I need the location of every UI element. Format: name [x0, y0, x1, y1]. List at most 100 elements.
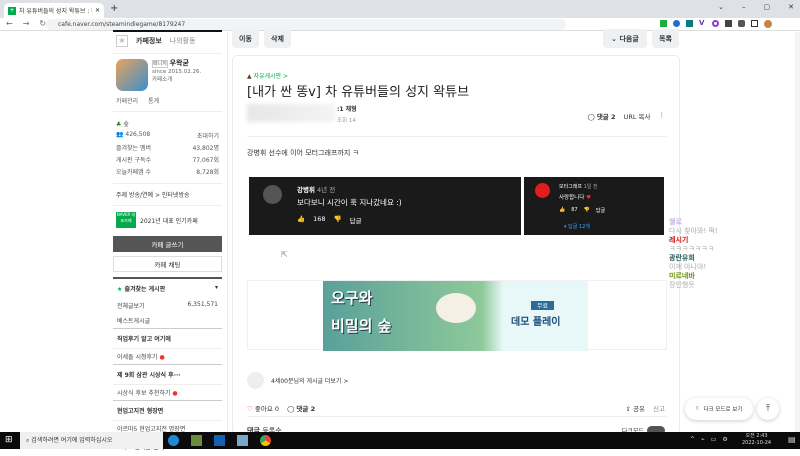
minimize-button[interactable]: – [742, 3, 746, 11]
taskbar: ⊞ ⌕ 검색하려면 여기에 입력하십시오 ^ ⌁ ▭ ⚙ 오전 2:43 2022-10… [0, 432, 800, 449]
moon-icon: ☾ [695, 406, 701, 412]
replies-link: ▾ 답글 12개 [564, 224, 590, 230]
edge-icon[interactable] [168, 435, 179, 446]
view-count: 조회 14 [337, 118, 356, 124]
scrollbar[interactable] [795, 32, 800, 432]
next-label: 다음글 [619, 34, 639, 43]
youtube-comment-screenshot: 강병휘 4년 전 보다보니 시간이 훅 지나갔네요 :) 👍 168 👎 답글 [249, 177, 521, 235]
new-tab-button[interactable]: + [110, 3, 118, 14]
thumbs-up-icon: 👍 [297, 215, 306, 223]
game-ad-banner[interactable]: 오구와 비밀의 숲 무료 데모 플레이 [323, 281, 588, 351]
tab-cafe-info[interactable]: 카페정보 [136, 36, 162, 46]
star-icon[interactable]: ★ [116, 35, 128, 47]
extension-icon[interactable] [660, 20, 667, 27]
forward-icon[interactable]: → [23, 19, 30, 28]
close-window-button[interactable]: ✕ [788, 3, 794, 11]
write-post-button[interactable]: 카페 글쓰기 [113, 236, 222, 252]
cafe-favicon: + [8, 6, 16, 15]
cafe-admin-link[interactable]: 카페관리 [116, 96, 138, 105]
comment-count: 댓글 2 [296, 405, 316, 413]
delete-button[interactable]: 삭제 [264, 29, 291, 48]
thumbs-up-icon: 👍 [559, 207, 566, 213]
keyboard-icon[interactable]: ▭ [711, 436, 717, 443]
dark-mode-button[interactable]: ☾ 다크 모드로 보기 [685, 398, 753, 420]
comment-text: 보다보니 시간이 훅 지나갔네요 :) [297, 198, 402, 207]
comment-icon: ◯ [287, 405, 295, 413]
author-more-posts-link[interactable]: 4세00분님의 게시글 더보기 > [271, 376, 348, 385]
poop-icon: ▲ [247, 73, 252, 80]
avatar [535, 183, 550, 198]
extension-icon[interactable] [673, 20, 680, 27]
divider [227, 30, 228, 432]
thumbs-down-icon: 👎 [583, 207, 590, 213]
new-badge-icon: ● [172, 390, 178, 397]
board-link[interactable]: ▲ 자유게시판 > [247, 71, 288, 80]
url-field[interactable]: cafe.naver.com/steamindiegame/8179247 [46, 19, 566, 30]
app-icon[interactable] [237, 435, 248, 446]
chat-username: 미르네바 [669, 272, 695, 280]
article-card: ▲ 자유게시판 > [내가 싼 똥v] 차 유튜버들의 성지 왁튜브 :1 채형… [232, 55, 680, 435]
extension-icon[interactable] [712, 20, 719, 27]
divider [247, 136, 667, 137]
list-button[interactable]: 목록 [652, 29, 679, 48]
share-button[interactable]: ⇪ 공유 [626, 403, 646, 413]
chevron-down-icon[interactable]: ▾ [215, 284, 218, 293]
invite-link[interactable]: 초대하기 [197, 131, 219, 140]
cafe-level: 숲 [123, 121, 129, 128]
browser-tab[interactable]: +차 유튜버들의 성지 왁튜브 : 네이✕ [4, 3, 104, 18]
taskbar-search[interactable]: ⌕ 검색하려면 여기에 입력하십시오 [20, 432, 163, 449]
star-icon: ★ [117, 286, 123, 293]
menu-section-title: 제 9회 삼관 시상식 후··· [113, 364, 222, 384]
puzzle-icon[interactable] [738, 20, 745, 27]
chrome-icon[interactable] [260, 435, 271, 446]
url-copy-button[interactable]: URL 복사 [624, 111, 651, 121]
scroll-top-button[interactable]: ⤒ [757, 398, 779, 420]
ad-title-1: 오구와 [331, 289, 373, 307]
maximize-button[interactable]: ▢ [764, 3, 771, 11]
stat-label: 즐겨찾는 멤버 [116, 145, 152, 152]
demo-play-label: 데모 플레이 [511, 317, 561, 328]
cafe-intro-link[interactable]: 카페소개 [152, 76, 201, 84]
clock[interactable]: 오전 2:43 2022-10-24 [742, 433, 771, 447]
author-avatar [247, 372, 264, 389]
close-tab-icon[interactable]: ✕ [95, 7, 100, 14]
board-link[interactable]: 이세돌 시청후기 [117, 354, 158, 361]
like-button[interactable]: ♡ 좋아요 0 [247, 403, 279, 413]
board-best[interactable]: 베스트게시글 [113, 313, 222, 328]
comments-button[interactable]: ◯ 댓글 2 [287, 403, 315, 413]
more-options-icon[interactable]: ⋮ [659, 111, 666, 121]
commenter-name: 강병휘 [297, 186, 315, 194]
heart-icon: ♥ [586, 195, 591, 201]
minecraft-icon[interactable] [191, 435, 202, 446]
manager-name[interactable]: 우왁굳 [170, 59, 189, 67]
blurred-author [247, 104, 335, 122]
back-icon[interactable]: ← [6, 19, 13, 28]
board-all-posts[interactable]: 전체글보기 [117, 301, 145, 310]
settings-icon[interactable]: ⚙ [722, 436, 727, 443]
profile-avatar[interactable] [764, 20, 772, 28]
cafe-sidebar: ★ 카페정보 나의활동 매니저 우왁굳 since 2015.02.26. 카페… [113, 30, 222, 456]
move-button[interactable]: 이동 [232, 29, 259, 48]
sidebar-icon[interactable] [751, 20, 758, 27]
windows-start-icon[interactable]: ⊞ [5, 435, 13, 445]
notification-icon[interactable]: ▤ [788, 435, 796, 444]
report-button[interactable]: 신고 [653, 403, 665, 413]
vegas-icon[interactable] [214, 435, 225, 446]
extension-icon[interactable] [686, 20, 693, 27]
cafe-topic[interactable]: 주제 방송/연예 > 인터넷방송 [113, 184, 222, 206]
board-link[interactable]: 시상식 후보 추천하기 [117, 390, 171, 397]
thumbs-down-icon: 👎 [333, 215, 342, 223]
tray-chevron-icon[interactable]: ^ [690, 436, 695, 443]
comment-count-link[interactable]: ◯ 댓글 2 [587, 111, 615, 121]
extension-icon[interactable] [725, 20, 732, 27]
menu-section-title: 현업고지전 형장면 [113, 400, 222, 420]
network-icon[interactable]: ⌁ [701, 436, 705, 443]
cafe-chat-button[interactable]: 카페 채팅 [113, 256, 222, 272]
member-count: 426,508 [125, 131, 151, 138]
stats-link[interactable]: 통계 [148, 96, 159, 105]
tab-my-activity[interactable]: 나의활동 [170, 36, 196, 46]
extension-icon[interactable]: V [699, 20, 706, 27]
next-post-button[interactable]: ⌄ 다음글 [603, 29, 647, 48]
members-icon: 👥 [116, 131, 124, 138]
tab-search-button[interactable]: ⌄ [718, 3, 724, 11]
